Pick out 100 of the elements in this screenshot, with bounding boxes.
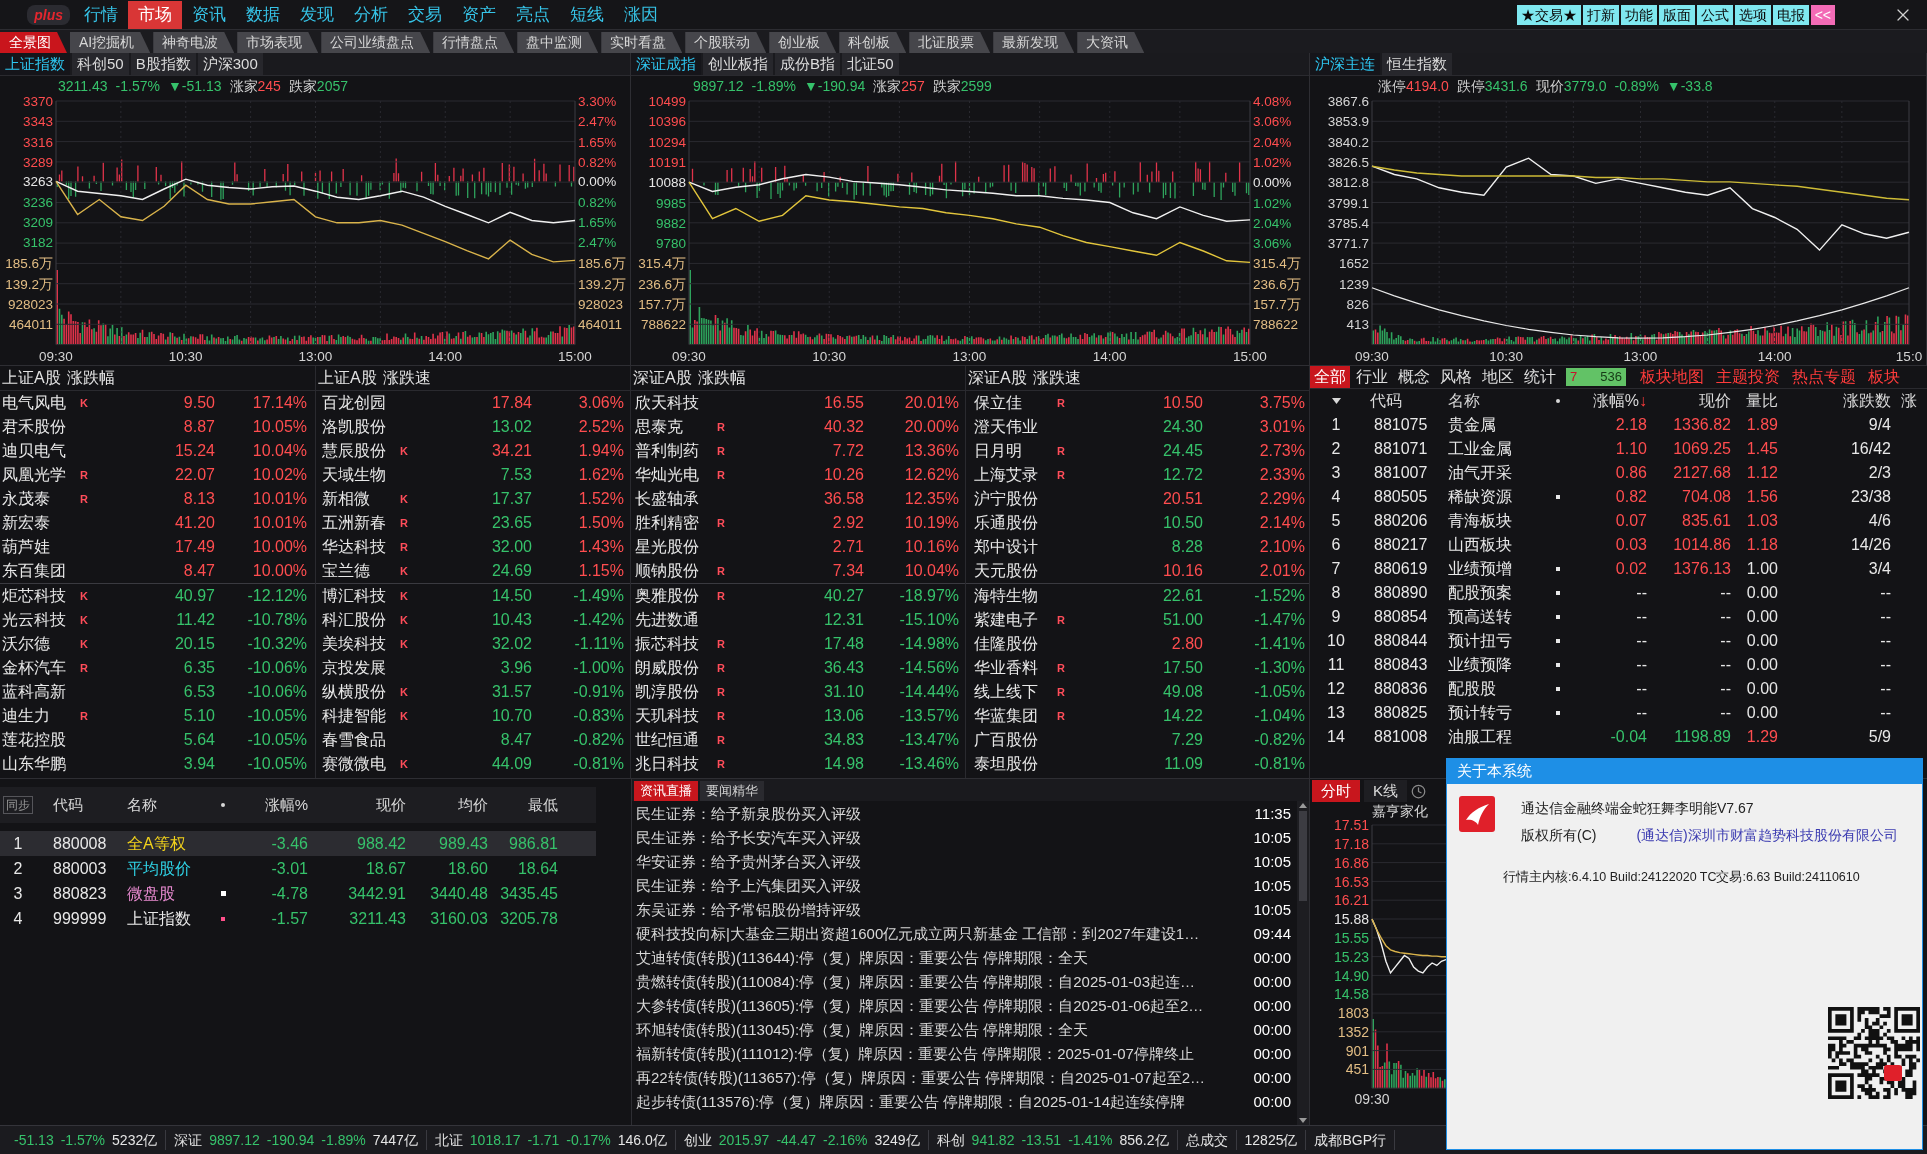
toolbar-button[interactable]: 电报: [1772, 4, 1809, 25]
index-tab[interactable]: 上证指数: [0, 53, 70, 75]
index-tab[interactable]: B股指数: [130, 53, 196, 75]
view-tab[interactable]: 大资讯: [1077, 32, 1145, 53]
sector-name[interactable]: 预计转亏: [1440, 701, 1545, 725]
column-header[interactable]: 涨幅%: [1592, 389, 1639, 413]
scroll-up-icon[interactable]: [1299, 803, 1307, 808]
index-tab[interactable]: 成份B指: [775, 53, 840, 75]
index-name[interactable]: 上证指数: [116, 906, 208, 931]
view-tab[interactable]: 个股联动: [685, 32, 767, 53]
column-header[interactable]: 现价: [312, 793, 410, 817]
news-tab[interactable]: 要闻精华: [700, 781, 764, 801]
menu-item[interactable]: 数据: [236, 0, 290, 29]
sector-name[interactable]: 业绩预增: [1440, 557, 1545, 581]
view-tab[interactable]: 创业板: [769, 32, 837, 53]
view-tab[interactable]: 神奇电波: [153, 32, 235, 53]
news-headline[interactable]: 东吴证券：给予常铝股份增持评级: [636, 898, 861, 922]
column-header[interactable]: 代码: [1370, 389, 1402, 413]
view-tab[interactable]: 盘中监测: [517, 32, 599, 53]
category-tab[interactable]: 统计: [1520, 366, 1560, 388]
index-tab[interactable]: 恒生指数: [1382, 53, 1452, 75]
index-tab[interactable]: 深证成指: [631, 53, 701, 75]
column-header[interactable]: 名称: [1448, 389, 1480, 413]
sync-button[interactable]: 同步: [3, 796, 33, 814]
toolbar-button[interactable]: 选项: [1734, 4, 1771, 25]
menu-item[interactable]: 分析: [344, 0, 398, 29]
sector-name[interactable]: 工业金属: [1440, 437, 1545, 461]
sector-name[interactable]: 配股股: [1440, 677, 1545, 701]
column-header[interactable]: 名称: [116, 793, 208, 817]
sector-name[interactable]: 预计扭亏: [1440, 629, 1545, 653]
sector-name[interactable]: 稀缺资源: [1440, 485, 1545, 509]
menu-item[interactable]: 涨因: [614, 0, 668, 29]
clock-icon[interactable]: [1411, 783, 1426, 799]
caret-icon[interactable]: [1331, 398, 1341, 404]
menu-item[interactable]: 交易: [398, 0, 452, 29]
category-tab[interactable]: 风格: [1436, 366, 1476, 388]
news-headline[interactable]: 环旭转债(转股)(113045):停（复）牌原因：重要公告 停牌期限：全天: [636, 1018, 1089, 1042]
sector-name[interactable]: 贵金属: [1440, 413, 1545, 437]
chart-tab[interactable]: 分时: [1312, 780, 1360, 802]
news-headline[interactable]: 起步转债(113576):停（复）牌原因：重要公告 停牌期限：自2025-01-14起连续停牌: [636, 1090, 1185, 1114]
toolbar-button[interactable]: 公式: [1696, 4, 1733, 25]
category-tab[interactable]: 概念: [1394, 366, 1434, 388]
category-tab[interactable]: 行业: [1352, 366, 1392, 388]
column-header[interactable]: 量比: [1746, 389, 1778, 413]
news-headline[interactable]: 福新转债(转股)(111012):停（复）牌原因：重要公告 停牌期限：2025-01-07停牌终止: [636, 1042, 1194, 1066]
news-headline[interactable]: 华安证券：给予贵州茅台买入评级: [636, 850, 861, 874]
column-header[interactable]: 涨跌数: [1843, 389, 1891, 413]
view-tab[interactable]: AI挖掘机: [70, 32, 151, 53]
news-tab[interactable]: 资讯直播: [634, 781, 698, 801]
news-headline[interactable]: 贵燃转债(转股)(110084):停（复）牌原因：重要公告 停牌期限：自2025-01-03起连…: [636, 970, 1195, 994]
selected-row[interactable]: 1 880008 全A等权 -3.46 988.42 989.43 986.81: [0, 831, 596, 856]
view-tab[interactable]: 行情盘点: [433, 32, 515, 53]
view-tab[interactable]: 市场表现: [237, 32, 319, 53]
column-header[interactable]: 涨幅%: [238, 793, 312, 817]
panel-link[interactable]: 主题投资: [1716, 365, 1780, 389]
toolbar-button[interactable]: ★交易★: [1516, 4, 1581, 25]
toolbar-button[interactable]: 功能: [1620, 4, 1657, 25]
view-tab[interactable]: 实时看盘: [601, 32, 683, 53]
panel-link[interactable]: 热点专题: [1792, 365, 1856, 389]
menu-item[interactable]: 发现: [290, 0, 344, 29]
column-header[interactable]: 现价: [1699, 389, 1731, 413]
news-headline[interactable]: 大参转债(转股)(113605):停（复）牌原因：重要公告 停牌期限：自2025-01-06起至2…: [636, 994, 1204, 1018]
sector-name[interactable]: 山西板块: [1440, 533, 1545, 557]
panel-link[interactable]: 板块地图: [1640, 365, 1704, 389]
scroll-thumb[interactable]: [1299, 811, 1307, 901]
column-header[interactable]: 均价: [410, 793, 492, 817]
sector-name[interactable]: 预高送转: [1440, 605, 1545, 629]
news-headline[interactable]: 硬科技投向标|大基金三期出资超1600亿元成立两只新基金 工信部：到2027年建设1…: [636, 922, 1200, 946]
category-tab[interactable]: 全部: [1310, 366, 1350, 388]
sector-name[interactable]: 业绩预降: [1440, 653, 1545, 677]
menu-item[interactable]: 行情: [74, 0, 128, 29]
index-tab[interactable]: 北证50: [842, 53, 899, 75]
menu-item[interactable]: 亮点: [506, 0, 560, 29]
chart-tab[interactable]: K线: [1364, 780, 1407, 802]
sector-name[interactable]: 配股预案: [1440, 581, 1545, 605]
menu-item[interactable]: 市场: [128, 0, 182, 29]
index-name[interactable]: 全A等权: [116, 831, 208, 856]
column-header[interactable]: 代码: [36, 793, 116, 817]
index-tab[interactable]: 创业板指: [703, 53, 773, 75]
view-tab[interactable]: 科创板: [839, 32, 907, 53]
index-tab[interactable]: 沪深300: [197, 53, 263, 75]
news-headline[interactable]: 再22转债(转股)(113657):停（复）牌原因：重要公告 停牌期限：自2025-01-07起至2…: [636, 1066, 1205, 1090]
panel-link[interactable]: 板块: [1868, 365, 1900, 389]
index-tab[interactable]: 沪深主连: [1310, 53, 1380, 75]
view-tab[interactable]: 北证股票: [909, 32, 991, 53]
menu-item[interactable]: 资讯: [182, 0, 236, 29]
news-headline[interactable]: 民生证券：给予上汽集团买入评级: [636, 874, 861, 898]
view-tab[interactable]: 全景图: [0, 32, 67, 53]
scrollbar[interactable]: [1297, 801, 1309, 1125]
category-tab[interactable]: 地区: [1478, 366, 1518, 388]
index-name[interactable]: 平均股价: [116, 856, 208, 881]
sector-name[interactable]: 油服工程: [1440, 725, 1545, 749]
menu-item[interactable]: 短线: [560, 0, 614, 29]
scroll-down-icon[interactable]: [1299, 1118, 1307, 1123]
view-tab[interactable]: 最新发现: [993, 32, 1075, 53]
index-tab[interactable]: 科创50: [72, 53, 129, 75]
column-header[interactable]: 最低: [492, 793, 562, 817]
view-tab[interactable]: 公司业绩盘点: [321, 32, 431, 53]
menu-item[interactable]: 资产: [452, 0, 506, 29]
toolbar-button[interactable]: 打新: [1582, 4, 1619, 25]
